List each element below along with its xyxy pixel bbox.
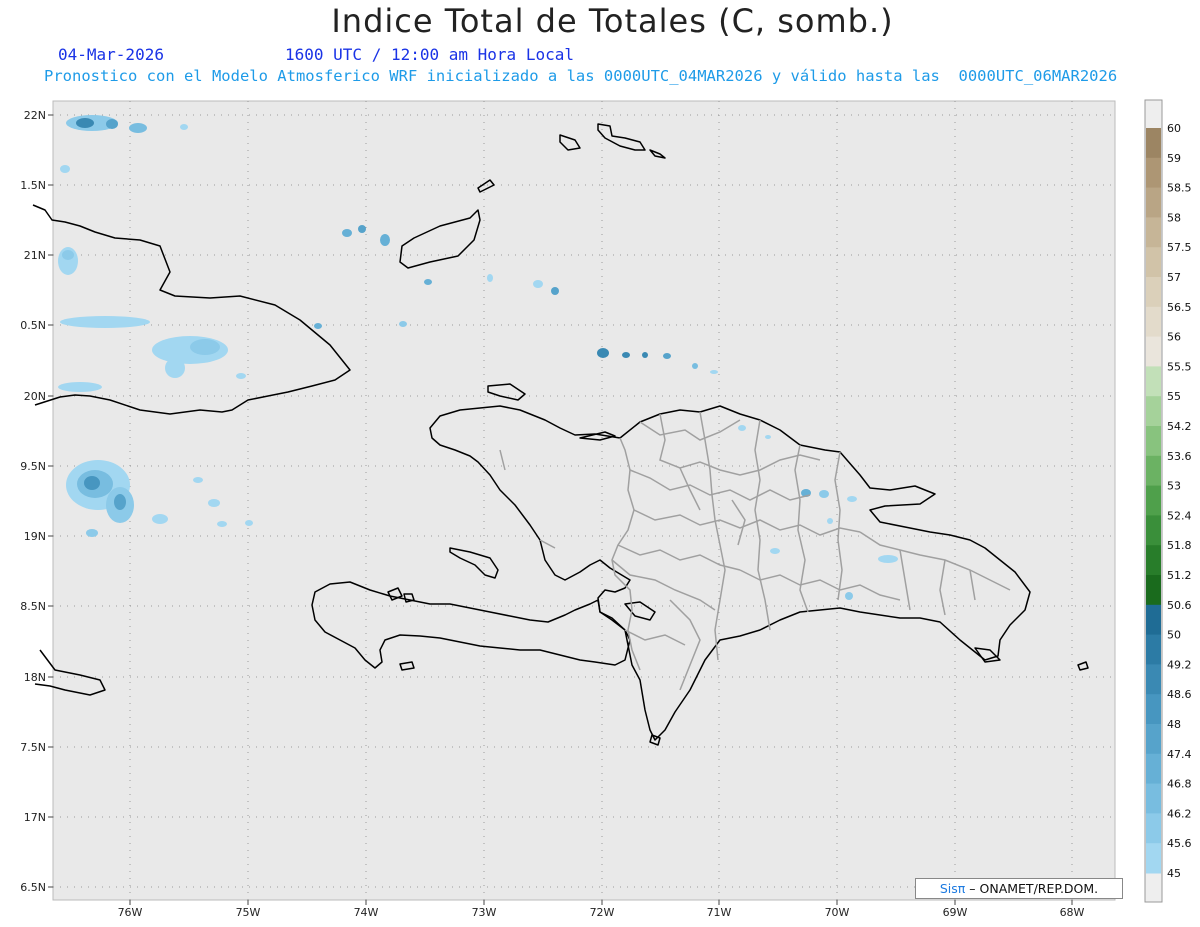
lon-label: 71W [707, 906, 732, 919]
colorbar-label: 48.6 [1167, 688, 1192, 701]
lon-tick-marks [129, 900, 1073, 905]
lat-label: 6.5N [20, 881, 46, 894]
colorbar-label: 60 [1167, 122, 1181, 135]
lat-label: 0.5N [20, 319, 46, 332]
credit-box: Sisπ – ONAMET/REP.DOM. [915, 878, 1123, 899]
lat-label: 1.5N [20, 179, 46, 192]
colorbar-label: 52.4 [1167, 509, 1192, 522]
lon-label: 70W [825, 906, 850, 919]
lon-label: 75W [236, 906, 261, 919]
lat-label: 17N [24, 811, 46, 824]
colorbar: 60 59 58.5 58 57.5 57 56.5 56 55.5 55 54.2 53.6 53 52… [1144, 99, 1192, 903]
credit-onamet: – ONAMET/REP.DOM. [969, 881, 1099, 896]
lat-label: 20N [24, 390, 46, 403]
colorbar-label: 58.5 [1167, 182, 1192, 195]
colorbar-swatch [1146, 575, 1161, 606]
forecast-map: 22N 1.5N 21N 0.5N 20N 9.5N 19N 8.5N 18N … [20, 99, 1192, 919]
lat-label: 9.5N [20, 460, 46, 473]
colorbar-swatch [1146, 366, 1161, 397]
colorbar-label: 56.5 [1167, 301, 1192, 314]
colorbar-label: 57.5 [1167, 241, 1192, 254]
colorbar-label: 45 [1167, 867, 1181, 880]
colorbar-swatch [1146, 694, 1161, 725]
colorbar-label: 49.2 [1167, 658, 1192, 671]
lat-label: 8.5N [20, 600, 46, 613]
colorbar-label: 58 [1167, 211, 1181, 224]
colorbar-label: 55 [1167, 390, 1181, 403]
lon-label: 74W [354, 906, 379, 919]
colorbar-swatch [1146, 485, 1161, 516]
colorbar-swatch [1146, 813, 1161, 844]
colorbar-swatch [1146, 187, 1161, 218]
colorbar-swatch [1146, 843, 1161, 874]
lon-label: 72W [590, 906, 615, 919]
colorbar-label: 53.6 [1167, 450, 1192, 463]
colorbar-label: 59 [1167, 152, 1181, 165]
colorbar-label: 54.2 [1167, 420, 1192, 433]
colorbar-swatch [1146, 783, 1161, 814]
lon-label: 69W [943, 906, 968, 919]
credit-sis: Sisπ [939, 881, 966, 896]
colorbar-swatch [1146, 306, 1161, 338]
colorbar-swatch [1146, 604, 1161, 636]
colorbar-label: 56 [1167, 331, 1181, 344]
colorbar-label: 50.6 [1167, 599, 1192, 612]
colorbar-label: 48 [1167, 718, 1181, 731]
colorbar-swatch [1146, 664, 1161, 695]
colorbar-label: 51.8 [1167, 539, 1192, 552]
colorbar-label: 51.2 [1167, 569, 1192, 582]
lat-label: 21N [24, 249, 46, 262]
lon-label: 68W [1060, 906, 1085, 919]
colorbar-label: 46.2 [1167, 807, 1192, 820]
colorbar-swatch [1146, 157, 1161, 189]
longitude-labels: 76W 75W 74W 73W 72W 71W 70W 69W 68W [118, 906, 1085, 919]
colorbar-label: 45.6 [1167, 837, 1192, 850]
colorbar-swatch [1146, 128, 1161, 159]
colorbar-label: 55.5 [1167, 360, 1192, 373]
colorbar-swatch [1146, 336, 1161, 367]
colorbar-swatch [1146, 277, 1161, 308]
lon-label: 76W [118, 906, 143, 919]
colorbar-label: 46.8 [1167, 778, 1192, 791]
colorbar-swatch [1146, 724, 1161, 755]
colorbar-swatch [1146, 545, 1161, 576]
colorbar-swatch [1146, 247, 1161, 278]
colorbar-labels: 60 59 58.5 58 57.5 57 56.5 56 55.5 55 54.2 53.6 53 52… [1167, 122, 1192, 880]
colorbar-label: 53 [1167, 480, 1181, 493]
lon-label: 73W [472, 906, 497, 919]
colorbar-swatches [1146, 128, 1161, 874]
colorbar-swatch [1146, 217, 1161, 248]
colorbar-label: 47.4 [1167, 748, 1192, 761]
colorbar-swatch [1146, 426, 1161, 457]
colorbar-swatch [1146, 634, 1161, 665]
colorbar-swatch [1146, 515, 1161, 546]
latitude-labels: 22N 1.5N 21N 0.5N 20N 9.5N 19N 8.5N 18N … [20, 109, 46, 894]
colorbar-label: 57 [1167, 271, 1181, 284]
colorbar-swatch [1146, 753, 1161, 785]
lat-tick-marks [48, 114, 53, 888]
lat-label: 7.5N [20, 741, 46, 754]
colorbar-swatch [1146, 396, 1161, 427]
lat-label: 18N [24, 671, 46, 684]
lat-label: 19N [24, 530, 46, 543]
lat-label: 22N [24, 109, 46, 122]
colorbar-label: 50 [1167, 629, 1181, 642]
colorbar-swatch [1146, 455, 1161, 487]
